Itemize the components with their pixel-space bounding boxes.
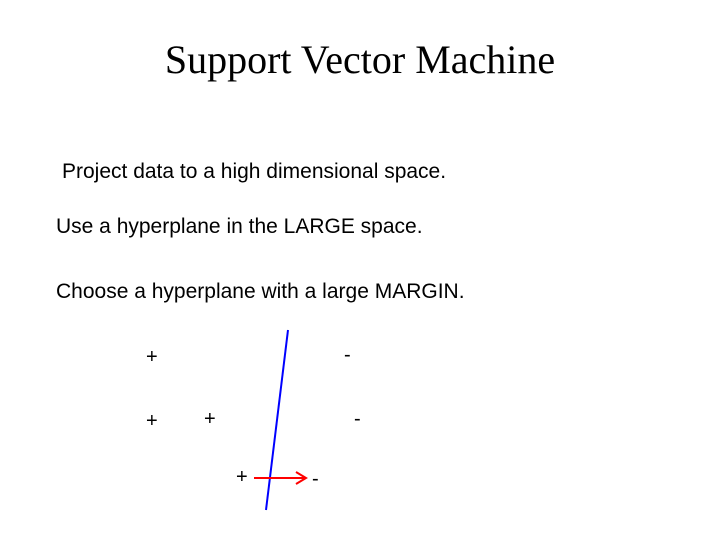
minus-symbol: - (312, 468, 319, 491)
bullet-use-hyperplane: Use a hyperplane in the LARGE space. (56, 215, 423, 239)
bullet-project-data: Project data to a high dimensional space… (62, 160, 446, 184)
diagram-svg (56, 320, 476, 520)
minus-symbol: - (344, 344, 351, 367)
margin-arrow (254, 472, 306, 484)
plus-symbol: + (146, 346, 158, 369)
plus-symbol: + (204, 408, 216, 431)
svm-diagram: + + + + - - - (56, 320, 476, 520)
bullet-choose-margin: Choose a hyperplane with a large MARGIN. (56, 280, 465, 304)
minus-symbol: - (354, 408, 361, 431)
plus-symbol: + (236, 466, 248, 489)
slide: Support Vector Machine Project data to a… (0, 0, 720, 540)
plus-symbol: + (146, 410, 158, 433)
hyperplane-line (266, 330, 288, 510)
slide-title: Support Vector Machine (0, 36, 720, 83)
